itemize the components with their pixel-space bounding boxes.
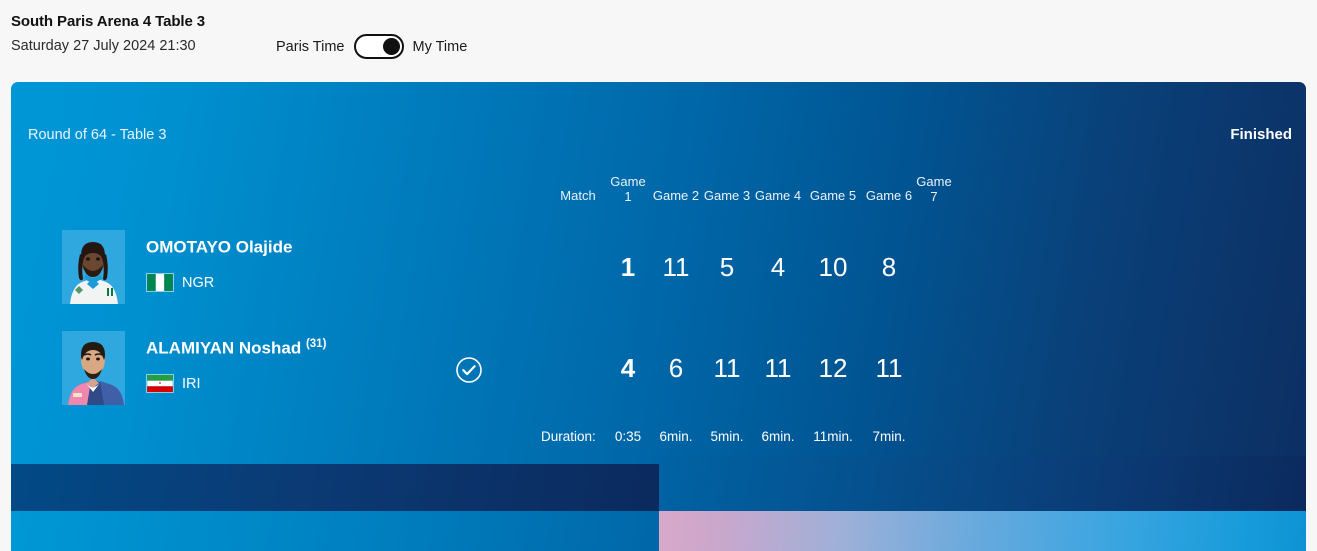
round-label: Round of 64 - Table 3 [28, 127, 166, 143]
footer-band-lower-right [659, 511, 1306, 551]
duration-game-5: 7min. [854, 429, 924, 444]
game-score-player-2-g5: 11 [859, 348, 919, 388]
column-header-game-4: Game 4 [749, 188, 807, 203]
duration-row: Duration:0:356min.5min.6min.11min.7min. [11, 429, 1306, 449]
footer-band-lower-left [11, 511, 659, 551]
game-score-player-1-g3: 4 [748, 247, 808, 287]
column-header-game-1: Game 1 [607, 174, 649, 204]
column-header-game-5: Game 5 [804, 188, 862, 203]
venue-title: South Paris Arena 4 Table 3 [11, 13, 205, 30]
column-header-game-2: Game 2 [647, 188, 705, 203]
score-column-headers: MatchGame 1Game 2Game 3Game 4Game 5Game … [11, 174, 1306, 218]
time-zone-toggle-group[interactable]: Paris Time My Time [276, 34, 467, 59]
game-score-player-1-g4: 10 [803, 247, 863, 287]
game-score-player-2-g3: 11 [748, 348, 808, 388]
page-header: South Paris Arena 4 Table 3 Saturday 27 … [0, 0, 1317, 82]
footer-color-bands [11, 456, 1306, 551]
score-row-player-1: 11154108 [11, 247, 1306, 287]
column-header-match: Match [548, 188, 608, 203]
time-zone-toggle-switch[interactable] [354, 34, 404, 59]
game-score-player-2-g4: 12 [803, 348, 863, 388]
column-header-game-3: Game 3 [698, 188, 756, 203]
column-header-game-6: Game 6 [860, 188, 918, 203]
match-datetime: Saturday 27 July 2024 21:30 [11, 38, 196, 54]
toggle-knob-icon [383, 38, 400, 55]
footer-band-upper-right [659, 456, 1306, 511]
game-score-player-1-g5: 8 [859, 247, 919, 287]
footer-band-upper-left [11, 464, 659, 511]
score-row-player-2: 4611111211 [11, 348, 1306, 388]
column-header-game-7: Game 7 [913, 174, 955, 204]
duration-label: Duration: [541, 429, 596, 444]
paris-time-label[interactable]: Paris Time [276, 39, 345, 55]
status-badge: Finished [1230, 126, 1292, 143]
match-card[interactable]: Round of 64 - Table 3 Finished MatchGame… [11, 82, 1306, 551]
my-time-label[interactable]: My Time [413, 39, 468, 55]
